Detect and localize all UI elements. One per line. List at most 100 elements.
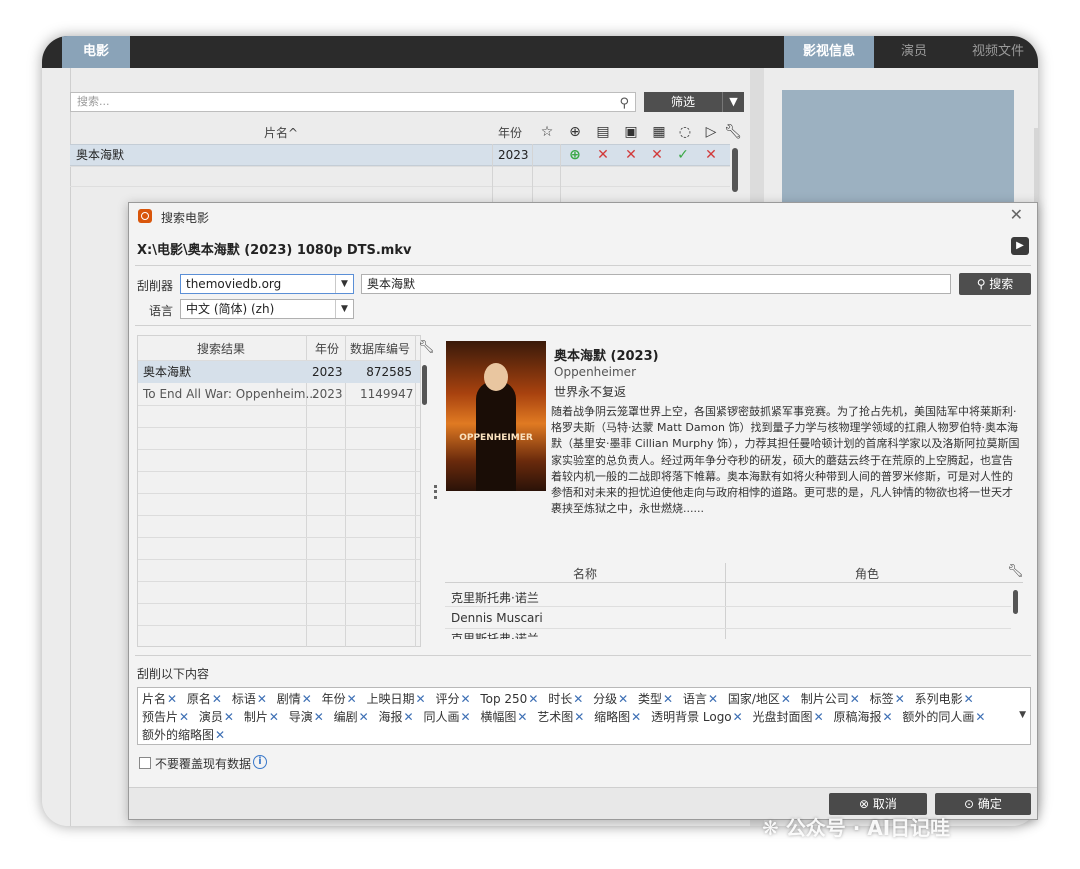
top-tab-bar: 电影 影视信息 演员 视频文件 xyxy=(42,36,1038,76)
chevron-down-icon[interactable]: ▼ xyxy=(335,275,353,293)
wrench-icon[interactable]: 🔧︎ xyxy=(1007,564,1024,579)
results-header-year[interactable]: 年份 xyxy=(315,339,339,359)
image-icon[interactable]: ▣ xyxy=(618,120,644,144)
wrench-icon[interactable]: 🔧︎ xyxy=(720,120,746,144)
scrape-tag: Top 250✕ xyxy=(480,692,538,706)
remove-tag-icon[interactable]: ✕ xyxy=(212,692,222,706)
remove-tag-icon[interactable]: ✕ xyxy=(179,710,189,724)
remove-tag-icon[interactable]: ✕ xyxy=(215,728,225,742)
remove-tag-icon[interactable]: ✕ xyxy=(314,710,324,724)
scrape-tag-label: 横幅图 xyxy=(480,710,517,724)
grid-line xyxy=(138,493,420,494)
tab-actors[interactable]: 演员 xyxy=(884,36,944,68)
remove-tag-icon[interactable]: ✕ xyxy=(975,710,985,724)
info-icon[interactable]: i xyxy=(253,755,267,769)
remove-tag-icon[interactable]: ✕ xyxy=(347,692,357,706)
scraper-select[interactable]: themoviedb.org ▼ xyxy=(180,274,354,294)
scrape-tag: 上映日期✕ xyxy=(367,692,426,706)
remove-tag-icon[interactable]: ✕ xyxy=(460,710,470,724)
remove-tag-icon[interactable]: ✕ xyxy=(257,692,267,706)
wrench-icon[interactable]: 🔧︎ xyxy=(418,340,435,355)
remove-tag-icon[interactable]: ✕ xyxy=(359,710,369,724)
chevron-down-icon[interactable]: ▼ xyxy=(1019,710,1026,720)
dialog-title: 搜索电影 xyxy=(161,211,210,225)
list-scrollbar[interactable] xyxy=(732,148,738,192)
scrape-tag: 分级✕ xyxy=(593,692,628,706)
remove-tag-icon[interactable]: ✕ xyxy=(618,692,628,706)
scrape-tag-label: Top 250 xyxy=(480,692,528,706)
scrape-tag-label: 导演 xyxy=(288,710,313,724)
scrape-tag-label: 剧情 xyxy=(276,692,301,706)
search-icon[interactable]: ⚲ xyxy=(619,95,629,113)
film-icon[interactable]: ▦ xyxy=(646,120,672,144)
remove-tag-icon[interactable]: ✕ xyxy=(850,692,860,706)
movie-search-input[interactable]: 搜索... ⚲ xyxy=(70,92,636,112)
chevron-down-icon[interactable]: ▼ xyxy=(335,300,353,318)
document-icon[interactable]: ▤ xyxy=(590,120,616,144)
result-id: 1149947 xyxy=(360,387,414,401)
movie-query-input[interactable]: 奥本海默 xyxy=(361,274,951,294)
remove-tag-icon[interactable]: ✕ xyxy=(882,710,892,724)
scrape-tag: 制片✕ xyxy=(244,710,279,724)
remove-tag-icon[interactable]: ✕ xyxy=(574,710,584,724)
remove-tag-icon[interactable]: ✕ xyxy=(302,692,312,706)
scrape-tag-label: 片名 xyxy=(142,692,167,706)
scrape-tag-label: 额外的同人画 xyxy=(902,710,975,724)
search-button[interactable]: ⚲ 搜索 xyxy=(959,273,1031,295)
splitter-handle[interactable] xyxy=(434,485,437,499)
remove-tag-icon[interactable]: ✕ xyxy=(573,692,583,706)
scrape-tag-label: 缩略图 xyxy=(594,710,631,724)
scrape-tag-label: 国家/地区 xyxy=(727,692,780,706)
scrape-items-select[interactable]: 片名✕ 原名✕ 标语✕ 剧情✕ 年份✕ 上映日期✕ 评分✕ Top 250✕ 时… xyxy=(137,687,1031,745)
scrape-tag: 原稿海报✕ xyxy=(833,710,892,724)
results-header-title[interactable]: 搜索结果 xyxy=(197,339,245,359)
remove-tag-icon[interactable]: ✕ xyxy=(814,710,824,724)
cross-icon: ✕ xyxy=(597,147,609,163)
check-circle-icon: ⊙ xyxy=(964,797,978,811)
remove-tag-icon[interactable]: ✕ xyxy=(167,692,177,706)
remove-tag-icon[interactable]: ✕ xyxy=(964,692,974,706)
results-scrollbar[interactable] xyxy=(422,365,427,405)
cast-header-name[interactable]: 名称 xyxy=(573,565,597,582)
cancel-icon: ⊗ xyxy=(859,797,873,811)
remove-tag-icon[interactable]: ✕ xyxy=(781,692,791,706)
remove-tag-icon[interactable]: ✕ xyxy=(733,710,743,724)
remove-tag-icon[interactable]: ✕ xyxy=(416,692,426,706)
chevron-down-icon[interactable]: ▼ xyxy=(722,92,744,112)
star-icon[interactable]: ☆ xyxy=(534,120,560,144)
column-title[interactable]: 片名^ xyxy=(264,122,298,144)
filter-button[interactable]: 筛选 xyxy=(644,92,722,112)
scrape-tag: 预告片✕ xyxy=(142,710,189,724)
cast-header-role[interactable]: 角色 xyxy=(855,565,879,582)
remove-tag-icon[interactable]: ✕ xyxy=(224,710,234,724)
remove-tag-icon[interactable]: ✕ xyxy=(663,692,673,706)
remove-tag-icon[interactable]: ✕ xyxy=(631,710,641,724)
play-icon[interactable]: ▶ xyxy=(1011,237,1029,255)
results-header-id[interactable]: 数据库编号 xyxy=(350,339,410,359)
no-overwrite-checkbox[interactable] xyxy=(139,757,151,769)
scrape-tag: 标语✕ xyxy=(232,692,267,706)
add-circle-icon[interactable]: ⊕ xyxy=(562,120,588,144)
dialog-titlebar: 搜索电影 ✕ xyxy=(129,203,1037,231)
cast-scrollbar[interactable] xyxy=(1013,590,1018,614)
remove-tag-icon[interactable]: ✕ xyxy=(517,710,527,724)
remove-tag-icon[interactable]: ✕ xyxy=(269,710,279,724)
remove-tag-icon[interactable]: ✕ xyxy=(460,692,470,706)
remove-tag-icon[interactable]: ✕ xyxy=(708,692,718,706)
scrape-tag-label: 额外的缩略图 xyxy=(142,728,215,742)
remove-tag-icon[interactable]: ✕ xyxy=(404,710,414,724)
column-year[interactable]: 年份 xyxy=(498,122,522,144)
close-icon[interactable]: ✕ xyxy=(1010,205,1023,224)
movie-tagline: 世界永不复返 xyxy=(554,385,627,399)
subtitle-icon[interactable]: ◌ xyxy=(672,120,698,144)
language-select[interactable]: 中文 (简体) (zh) ▼ xyxy=(180,299,354,319)
scrape-tag-label: 制片 xyxy=(243,710,268,724)
remove-tag-icon[interactable]: ✕ xyxy=(895,692,905,706)
tab-video-files[interactable]: 视频文件 xyxy=(958,36,1038,68)
tab-media-info[interactable]: 影视信息 xyxy=(784,36,874,76)
scrape-tag: 编剧✕ xyxy=(334,710,369,724)
result-row[interactable]: 奥本海默 2023 872585 xyxy=(138,361,420,383)
tab-movies[interactable]: 电影 xyxy=(62,36,130,76)
result-row[interactable]: To End All War: Oppenheim... 2023 114994… xyxy=(138,383,420,405)
remove-tag-icon[interactable]: ✕ xyxy=(528,692,538,706)
